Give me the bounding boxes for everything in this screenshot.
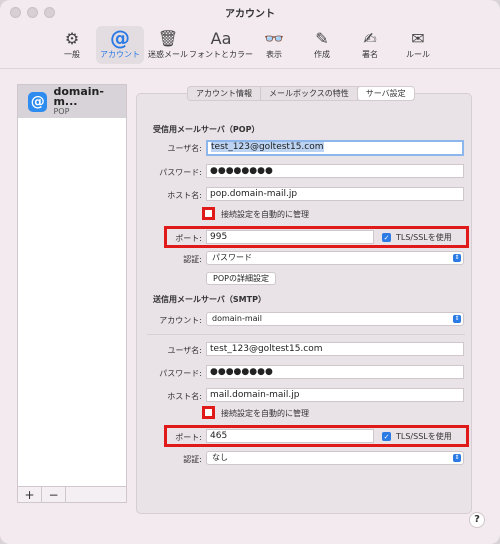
toolbar-composing[interactable]: ✎ 作成 xyxy=(298,26,346,64)
incoming-port-label: ポート: xyxy=(175,234,202,243)
toolbar-junk-mail-label: 迷惑メール xyxy=(148,50,188,59)
outgoing-auto-manage-checkbox[interactable] xyxy=(202,406,215,419)
tab-account-info[interactable]: アカウント情報 xyxy=(188,87,261,100)
accounts-list: @ domain-m... POP xyxy=(17,84,127,487)
toolbar-general[interactable]: ⚙ 一般 xyxy=(48,26,96,64)
incoming-auth-label: 認証: xyxy=(183,255,202,264)
chevron-updown-icon: ⇕ xyxy=(453,254,461,262)
outgoing-auto-manage-label: 接続設定を自動的に管理 xyxy=(221,409,309,418)
incoming-host-field[interactable]: pop.domain-mail.jp xyxy=(206,187,464,201)
outgoing-host-field[interactable]: mail.domain-mail.jp xyxy=(206,388,464,402)
chevron-updown-icon: ⇕ xyxy=(453,315,461,323)
settings-tabs: アカウント情報 メールボックスの特性 サーバ設定 xyxy=(187,86,415,101)
toolbar-viewing[interactable]: 👓 表示 xyxy=(250,26,298,64)
compose-icon: ✎ xyxy=(315,28,329,48)
toolbar-fonts-colors-label: フォントとカラー xyxy=(189,50,253,59)
outgoing-auth-value: なし xyxy=(212,453,228,462)
outgoing-password-field[interactable]: ●●●●●●●● xyxy=(206,365,464,379)
outgoing-auth-label: 認証: xyxy=(183,455,202,464)
incoming-auth-select[interactable]: パスワード ⇕ xyxy=(206,251,464,265)
incoming-auto-manage-checkbox[interactable] xyxy=(202,207,215,220)
incoming-username-value: test_123@goltest15.com xyxy=(211,142,324,152)
incoming-server-heading: 受信用メールサーバ（POP） xyxy=(153,125,260,134)
glasses-icon: 👓 xyxy=(264,28,284,48)
toolbar-junk-mail[interactable]: 🗑 迷惑メール xyxy=(144,26,192,64)
account-type: POP xyxy=(53,106,70,116)
account-list-item[interactable]: @ domain-m... POP xyxy=(18,85,126,118)
fonts-icon: Aa xyxy=(210,28,232,48)
outgoing-tls-checkbox[interactable]: ✓ xyxy=(382,432,391,441)
toolbar-general-label: 一般 xyxy=(64,50,80,59)
incoming-tls-checkbox[interactable]: ✓ xyxy=(382,233,391,242)
pop-advanced-settings-button[interactable]: POPの詳細設定 xyxy=(206,272,276,285)
signature-icon: ✍ xyxy=(363,28,377,48)
toolbar-rules[interactable]: ✉ ルール xyxy=(394,26,442,64)
outgoing-tls-label: TLS/SSLを使用 xyxy=(396,432,452,441)
toolbar-signatures[interactable]: ✍ 署名 xyxy=(346,26,394,64)
outgoing-account-select[interactable]: domain-mail ⇕ xyxy=(206,312,464,326)
incoming-username-label: ユーザ名: xyxy=(167,144,202,153)
remove-account-button[interactable]: − xyxy=(42,487,66,502)
account-text: domain-m... POP xyxy=(53,84,126,117)
incoming-password-field[interactable]: ●●●●●●●● xyxy=(206,164,464,178)
toolbar-accounts[interactable]: @ アカウント xyxy=(96,26,144,64)
account-name: domain-m... xyxy=(53,84,104,108)
toolbar-composing-label: 作成 xyxy=(314,50,330,59)
chevron-updown-icon: ⇕ xyxy=(453,454,461,462)
incoming-tls-label: TLS/SSLを使用 xyxy=(396,233,452,242)
toolbar-rules-label: ルール xyxy=(406,50,430,59)
incoming-auto-manage-label: 接続設定を自動的に管理 xyxy=(221,210,309,219)
outgoing-server-heading: 送信用メールサーバ（SMTP） xyxy=(153,295,266,304)
outgoing-password-label: パスワード: xyxy=(159,369,202,378)
incoming-password-label: パスワード: xyxy=(159,168,202,177)
outgoing-account-label: アカウント: xyxy=(159,316,202,325)
tab-mailbox-behaviors[interactable]: メールボックスの特性 xyxy=(261,87,358,100)
at-sign-icon: @ xyxy=(28,91,48,112)
toolbar-viewing-label: 表示 xyxy=(266,50,282,59)
outgoing-username-label: ユーザ名: xyxy=(167,346,202,355)
help-button[interactable]: ? xyxy=(469,512,485,528)
outgoing-auth-select[interactable]: なし ⇕ xyxy=(206,451,464,465)
outgoing-host-label: ホスト名: xyxy=(167,392,202,401)
outgoing-username-field[interactable]: test_123@goltest15.com xyxy=(206,342,464,356)
incoming-auth-value: パスワード xyxy=(212,253,252,262)
outgoing-account-value: domain-mail xyxy=(212,314,262,323)
incoming-port-field[interactable]: 995 xyxy=(206,230,374,244)
gear-icon: ⚙ xyxy=(64,28,80,48)
toolbar-divider xyxy=(0,68,500,69)
incoming-username-field[interactable]: test_123@goltest15.com xyxy=(206,140,464,156)
toolbar-accounts-label: アカウント xyxy=(100,50,140,59)
add-account-button[interactable]: + xyxy=(18,487,42,502)
outgoing-port-label: ポート: xyxy=(175,433,202,442)
tab-server-settings[interactable]: サーバ設定 xyxy=(357,87,414,100)
at-sign-icon: @ xyxy=(110,26,130,50)
incoming-tls-row: ✓ TLS/SSLを使用 xyxy=(382,232,452,243)
outgoing-port-field[interactable]: 465 xyxy=(206,429,374,443)
toolbar-fonts-colors[interactable]: Aa フォントとカラー xyxy=(189,26,253,64)
toolbar-signatures-label: 署名 xyxy=(362,50,378,59)
outgoing-tls-row: ✓ TLS/SSLを使用 xyxy=(382,431,452,442)
rules-icon: ✉ xyxy=(411,28,425,48)
window-title: アカウント xyxy=(225,9,275,20)
account-buttons: + − xyxy=(17,487,127,503)
incoming-host-label: ホスト名: xyxy=(167,191,202,200)
preferences-toolbar: ⚙ 一般 @ アカウント 🗑 迷惑メール Aa フォントとカラー 👓 表示 ✎ … xyxy=(48,26,442,64)
preferences-window: アカウント ⚙ 一般 @ アカウント 🗑 迷惑メール Aa フォントとカラー 👓… xyxy=(0,0,500,544)
junk-mail-icon: 🗑 xyxy=(157,28,179,48)
outgoing-separator xyxy=(147,334,465,335)
